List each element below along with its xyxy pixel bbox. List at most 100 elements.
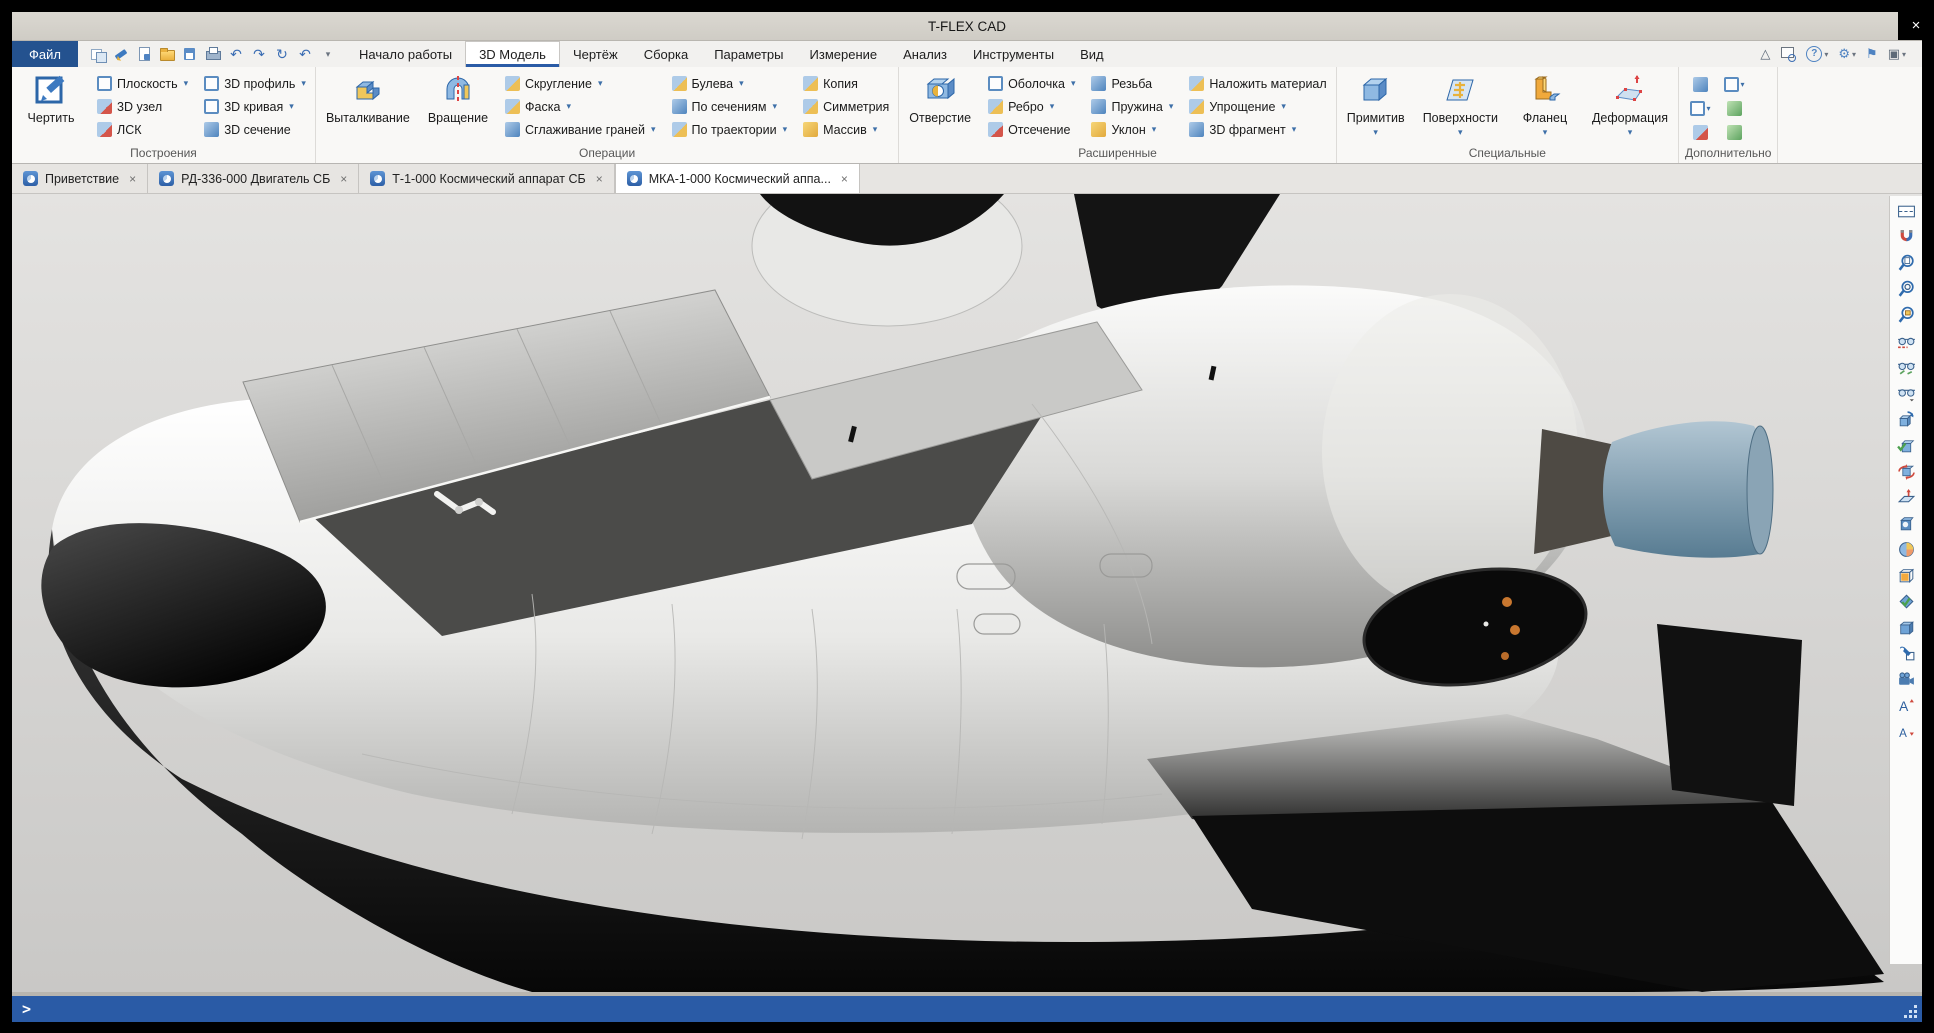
3d-fragment-button[interactable]: 3D фрагмент▾ [1186,119,1329,140]
settings-gear-icon[interactable]: ⚙▾ [1838,46,1856,62]
primitive-button[interactable]: Примитив ▾ [1343,69,1409,144]
shell-button[interactable]: Оболочка▾ [985,73,1078,94]
zoom-all-icon[interactable] [1894,278,1918,301]
workplane-up-icon[interactable] [1894,486,1918,509]
hide-elements-icon[interactable] [1894,330,1918,353]
face-blend-button[interactable]: Сглаживание граней▾ [502,119,659,140]
workplane-button[interactable]: Плоскость▾ [94,73,191,94]
model-settings-icon[interactable] [1894,642,1918,665]
tab-tools[interactable]: Инструменты [960,41,1067,67]
3d-profile-button[interactable]: 3D профиль▾ [201,73,309,94]
group-label-operations: Операции [322,144,892,163]
drawing-view-icon[interactable] [1894,200,1918,223]
thread-button[interactable]: Резьба [1088,73,1176,94]
camera-icon[interactable] [1894,668,1918,691]
flange-button[interactable]: Фланец ▾ [1512,69,1578,144]
check-model-icon[interactable] [1894,590,1918,613]
dimension-button[interactable]: ▾ [1685,96,1715,120]
doc-tab-mka-1-000[interactable]: МКА-1-000 Космический аппа... × [615,164,860,193]
sweep-button[interactable]: По траектории▾ [669,119,791,140]
attach-button[interactable]: ▾ [1719,72,1749,96]
rib-button[interactable]: Ребро▾ [985,96,1078,117]
sketch-icon[interactable] [113,46,129,62]
rotate-view-icon[interactable] [1894,460,1918,483]
zoom-window-icon[interactable] [1894,304,1918,327]
tab-assembly[interactable]: Сборка [631,41,702,67]
close-tab-icon[interactable]: × [129,172,136,186]
spring-button[interactable]: Пружина▾ [1088,96,1176,117]
symmetry-button[interactable]: Симметрия [800,96,892,117]
surfaces-button[interactable]: Поверхности ▾ [1419,69,1502,144]
close-tab-icon[interactable]: × [340,172,347,186]
close-tab-icon[interactable]: × [841,172,848,186]
3d-viewport[interactable]: A A [12,194,1922,992]
resize-grip-icon[interactable] [1902,1003,1918,1019]
window-close-button[interactable]: × [1898,10,1934,40]
hole-button[interactable]: Отверстие [905,69,975,144]
magnet-icon[interactable] [1894,226,1918,249]
revolve-button[interactable]: Вращение [424,69,492,144]
tab-drawing[interactable]: Чертёж [560,41,631,67]
model-blocks-button[interactable] [1685,72,1715,96]
new-window-icon[interactable] [90,46,106,62]
transform-button[interactable] [1685,120,1715,144]
refresh-icon[interactable]: ↻ [274,46,290,62]
save-icon[interactable] [182,46,198,62]
doc-tab-rd-336-000[interactable]: РД-336-000 Двигатель СБ × [148,164,359,193]
array-button[interactable]: Массив▾ [800,119,892,140]
simplify-button[interactable]: Упрощение▾ [1186,96,1329,117]
local-cs-button[interactable]: ЛСК [94,119,191,140]
material-face-icon[interactable] [1894,564,1918,587]
draft-button[interactable]: Уклон▾ [1088,119,1176,140]
file-menu-button[interactable]: Файл [12,41,78,67]
print-icon[interactable] [205,46,221,62]
tab-3d-model[interactable]: 3D Модель [465,41,560,67]
show-edges-icon[interactable] [1894,356,1918,379]
3d-node-button[interactable]: 3D узел [94,96,191,117]
copy-button[interactable]: Копия [800,73,892,94]
trim-button[interactable]: Отсечение [985,119,1078,140]
display-mode-icon[interactable] [1894,382,1918,405]
new-document-icon[interactable] [136,46,152,62]
qat-more-icon[interactable]: ▾ [320,46,336,62]
tab-parameters[interactable]: Параметры [701,41,796,67]
tab-measure[interactable]: Измерение [797,41,891,67]
undo-history-icon[interactable]: ↶ [297,46,313,62]
increase-text-icon[interactable]: A [1894,694,1918,717]
3d-section-button[interactable]: 3D сечение [201,119,309,140]
open-folder-icon[interactable] [159,46,175,62]
draw-button[interactable]: Чертить [18,69,84,144]
boolean-button[interactable]: Булева▾ [669,73,791,94]
3d-curve-button[interactable]: 3D кривая▾ [201,96,309,117]
doc-tab-welcome[interactable]: Приветствие × [12,164,148,193]
regenerate-icon[interactable] [1894,408,1918,431]
search-window-icon[interactable] [1780,46,1796,62]
undo-icon[interactable]: ↶ [228,46,244,62]
help-icon[interactable]: ▾ [1806,46,1828,62]
collapse-ribbon-icon[interactable]: △ [1760,46,1770,62]
doc-tab-t-1-000[interactable]: Т-1-000 Космический аппарат СБ × [359,164,614,193]
decrease-text-icon[interactable]: A [1894,720,1918,743]
tab-getting-started[interactable]: Начало работы [346,41,465,67]
clone-button[interactable] [1719,120,1749,144]
tab-analysis[interactable]: Анализ [890,41,960,67]
solid-view-icon[interactable] [1894,616,1918,639]
apply-material-button[interactable]: Наложить материал [1186,73,1329,94]
sweep-icon [672,122,687,137]
flag-icon[interactable]: ⚑ [1866,46,1878,62]
calculator-button[interactable] [1719,96,1749,120]
zoom-page-icon[interactable] [1894,252,1918,275]
regenerate-check-icon[interactable] [1894,434,1918,457]
close-tab-icon[interactable]: × [596,172,603,186]
render-icon[interactable] [1894,512,1918,535]
chamfer-button[interactable]: Фаска▾ [502,96,659,117]
extrude-button[interactable]: Выталкивание [322,69,414,144]
deformation-button[interactable]: Деформация ▾ [1588,69,1672,144]
tab-view[interactable]: Вид [1067,41,1117,67]
window-layout-icon[interactable]: ▣▾ [1888,46,1906,62]
fillet-button[interactable]: Скругление▾ [502,73,659,94]
section-view-icon[interactable] [1894,538,1918,561]
command-prompt[interactable]: > [12,1000,31,1018]
redo-icon[interactable]: ↷ [251,46,267,62]
loft-button[interactable]: По сечениям▾ [669,96,791,117]
